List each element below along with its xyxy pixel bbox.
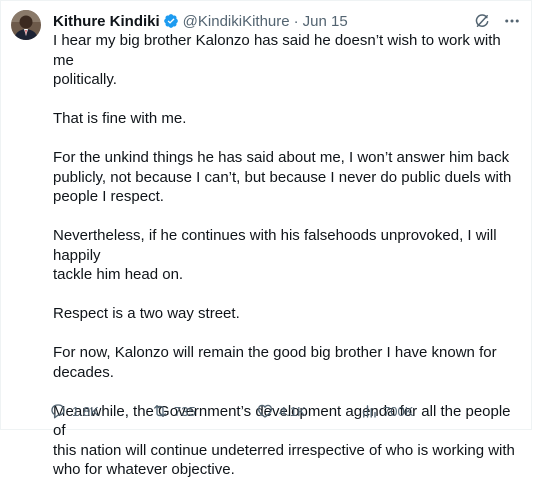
- avatar[interactable]: [11, 10, 41, 40]
- tweet-paragraph: Respect is a two way street.: [53, 305, 240, 322]
- views-chart-icon: [363, 405, 376, 418]
- header-actions: [473, 12, 521, 30]
- grok-icon[interactable]: [473, 12, 491, 30]
- tweet-paragraph: I hear my big brother Kalonzo has said h…: [53, 32, 501, 88]
- reply-icon: [51, 404, 65, 419]
- repost-count: 735: [174, 403, 196, 419]
- like-button[interactable]: 4.1K: [256, 402, 360, 420]
- repost-icon: [154, 405, 166, 417]
- tweet-card[interactable]: Kithure Kindiki @KindikiKithure · Jun 15…: [0, 0, 532, 478]
- verified-badge-icon: [163, 14, 178, 28]
- tweet-header: Kithure Kindiki @KindikiKithure · Jun 15: [53, 11, 521, 31]
- tweet-date[interactable]: Jun 15: [303, 13, 348, 30]
- tweet-paragraph: For the unkind things he has said about …: [53, 149, 512, 205]
- tweet-paragraph: Nevertheless, if he continues with his f…: [53, 227, 497, 283]
- heart-icon: [257, 404, 273, 418]
- separator-dot: ·: [293, 12, 299, 30]
- reply-button[interactable]: 1.8K: [49, 402, 151, 420]
- reply-count: 1.8K: [72, 403, 99, 419]
- author-display-name[interactable]: Kithure Kindiki: [53, 13, 160, 30]
- tweet-actions-bar: 1.8K 735 4.1K 700K: [49, 401, 519, 421]
- view-count: 700K: [383, 403, 414, 419]
- tweet-paragraph: For now, Kalonzo will remain the good bi…: [53, 344, 497, 381]
- more-icon[interactable]: [503, 12, 521, 30]
- author-handle[interactable]: @KindikiKithure: [183, 13, 290, 30]
- like-count: 4.1K: [279, 403, 306, 419]
- views-button[interactable]: 700K: [360, 402, 468, 420]
- tweet-paragraph: That is fine with me.: [53, 110, 187, 127]
- tweet-text: I hear my big brother Kalonzo has said h…: [53, 31, 523, 499]
- repost-button[interactable]: 735: [151, 402, 256, 420]
